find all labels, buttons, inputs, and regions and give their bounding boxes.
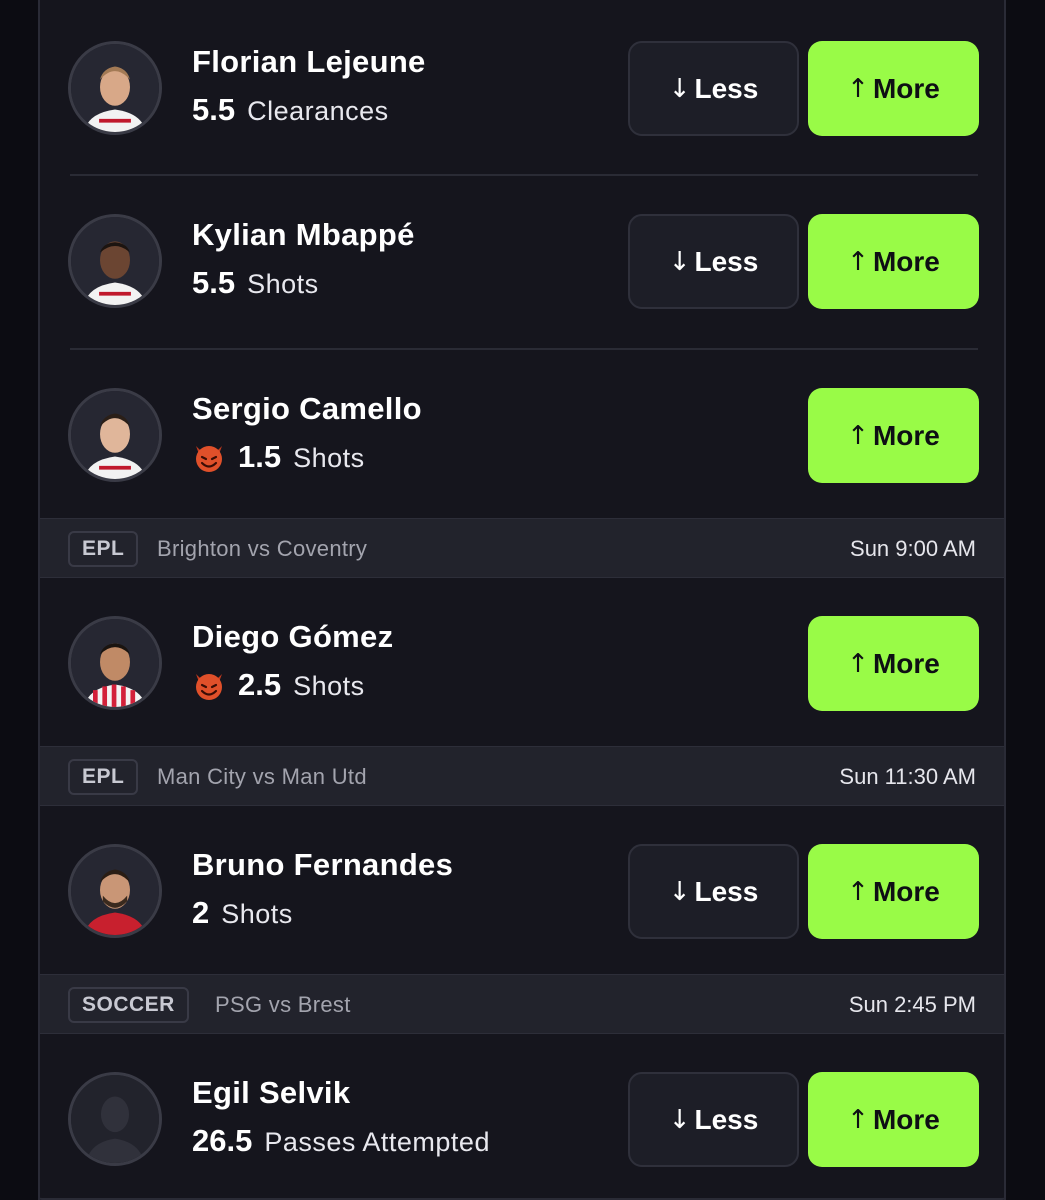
player-row: Diego Gómez 2.5 Shots ↑ More bbox=[40, 578, 1004, 746]
player-avatar bbox=[68, 616, 162, 710]
less-label: Less bbox=[694, 1103, 759, 1135]
arrow-down-icon: ↓ bbox=[668, 73, 691, 104]
less-button[interactable]: ↓ Less bbox=[628, 844, 799, 939]
arrow-up-icon: ↑ bbox=[847, 246, 869, 277]
more-label: More bbox=[872, 875, 940, 907]
demon-emoji-icon bbox=[196, 674, 222, 700]
league-badge: SOCCER bbox=[68, 987, 189, 1023]
demon-emoji-icon bbox=[196, 446, 222, 472]
player-name: Diego Gómez bbox=[192, 619, 394, 654]
stat-metric: Shots bbox=[221, 899, 293, 929]
player-avatar bbox=[68, 214, 162, 308]
player-row: Kylian Mbappé 5.5 Shots ↓ Less ↑ More bbox=[40, 176, 1004, 348]
less-button[interactable]: ↓ Less bbox=[628, 214, 799, 309]
player-row: Egil Selvik 26.5 Passes Attempted ↓ Less… bbox=[40, 1034, 1004, 1200]
game-header: EPL Man City vs Man Utd Sun 11:30 AM bbox=[40, 746, 1004, 806]
player-row: Florian Lejeune 5.5 Clearances ↓ Less ↑ … bbox=[40, 0, 1004, 174]
game-time: Sun 9:00 AM bbox=[850, 536, 976, 561]
player-name: Egil Selvik bbox=[192, 1075, 351, 1110]
stat-metric: Passes Attempted bbox=[264, 1127, 490, 1157]
player-avatar bbox=[68, 1072, 162, 1166]
player-avatar bbox=[68, 41, 162, 135]
player-name: Sergio Camello bbox=[192, 391, 422, 426]
arrow-down-icon: ↓ bbox=[668, 246, 691, 277]
stat-line: 5.5 bbox=[192, 265, 236, 300]
stat-line: 5.5 bbox=[192, 92, 236, 127]
more-label: More bbox=[872, 1103, 940, 1135]
stat-line: 26.5 bbox=[192, 1123, 253, 1158]
game-matchup: Brighton vs Coventry bbox=[157, 536, 368, 561]
game-matchup: Man City vs Man Utd bbox=[157, 764, 367, 789]
player-stat: 26.5 Passes Attempted bbox=[192, 1123, 490, 1159]
player-name: Kylian Mbappé bbox=[192, 217, 415, 252]
less-label: Less bbox=[694, 245, 759, 277]
panel-edge bbox=[38, 1196, 1006, 1200]
stat-metric: Shots bbox=[247, 269, 319, 299]
player-stat: 1.5 Shots bbox=[192, 439, 365, 475]
placeholder-avatar-icon bbox=[71, 1075, 159, 1163]
player-avatar bbox=[68, 388, 162, 482]
player-row: Sergio Camello 1.5 Shots ↑ More bbox=[40, 350, 1004, 518]
more-button[interactable]: ↑ More bbox=[808, 41, 979, 136]
less-button[interactable]: ↓ Less bbox=[628, 1072, 799, 1167]
arrow-down-icon: ↓ bbox=[668, 876, 691, 907]
player-stat: 2 Shots bbox=[192, 895, 293, 931]
game-time: Sun 2:45 PM bbox=[848, 992, 976, 1017]
more-label: More bbox=[872, 419, 940, 451]
more-button[interactable]: ↑ More bbox=[808, 1072, 979, 1167]
player-name: Florian Lejeune bbox=[192, 44, 426, 79]
more-label: More bbox=[872, 647, 940, 679]
picks-panel: Florian Lejeune 5.5 Clearances ↓ Less ↑ … bbox=[38, 0, 1006, 1200]
game-matchup: PSG vs Brest bbox=[215, 992, 351, 1017]
player-name: Bruno Fernandes bbox=[192, 847, 454, 882]
less-label: Less bbox=[694, 72, 759, 104]
arrow-up-icon: ↑ bbox=[847, 73, 869, 104]
arrow-down-icon: ↓ bbox=[668, 1104, 691, 1135]
player-stat: 5.5 Shots bbox=[192, 265, 319, 301]
stat-line: 2 bbox=[192, 895, 210, 930]
league-badge: EPL bbox=[68, 759, 139, 795]
stat-line: 2.5 bbox=[238, 667, 282, 702]
arrow-up-icon: ↑ bbox=[847, 1104, 869, 1135]
more-button[interactable]: ↑ More bbox=[808, 616, 979, 711]
stat-metric: Clearances bbox=[247, 96, 389, 126]
player-row: Bruno Fernandes 2 Shots ↓ Less ↑ More bbox=[40, 806, 1004, 974]
more-label: More bbox=[872, 245, 940, 277]
arrow-up-icon: ↑ bbox=[847, 648, 869, 679]
game-header: SOCCER PSG vs Brest Sun 2:45 PM bbox=[40, 974, 1004, 1034]
stat-metric: Shots bbox=[293, 671, 365, 701]
more-button[interactable]: ↑ More bbox=[808, 388, 979, 483]
arrow-up-icon: ↑ bbox=[847, 420, 869, 451]
less-label: Less bbox=[694, 875, 759, 907]
player-avatar bbox=[68, 844, 162, 938]
less-button[interactable]: ↓ Less bbox=[628, 41, 799, 136]
more-button[interactable]: ↑ More bbox=[808, 214, 979, 309]
player-stat: 2.5 Shots bbox=[192, 667, 365, 703]
stat-metric: Shots bbox=[293, 443, 365, 473]
stat-line: 1.5 bbox=[238, 439, 282, 474]
more-label: More bbox=[872, 72, 940, 104]
game-header: EPL Brighton vs Coventry Sun 9:00 AM bbox=[40, 518, 1004, 578]
arrow-up-icon: ↑ bbox=[847, 876, 869, 907]
league-badge: EPL bbox=[68, 531, 139, 567]
player-stat: 5.5 Clearances bbox=[192, 92, 389, 128]
more-button[interactable]: ↑ More bbox=[808, 844, 979, 939]
game-time: Sun 11:30 AM bbox=[839, 764, 976, 789]
